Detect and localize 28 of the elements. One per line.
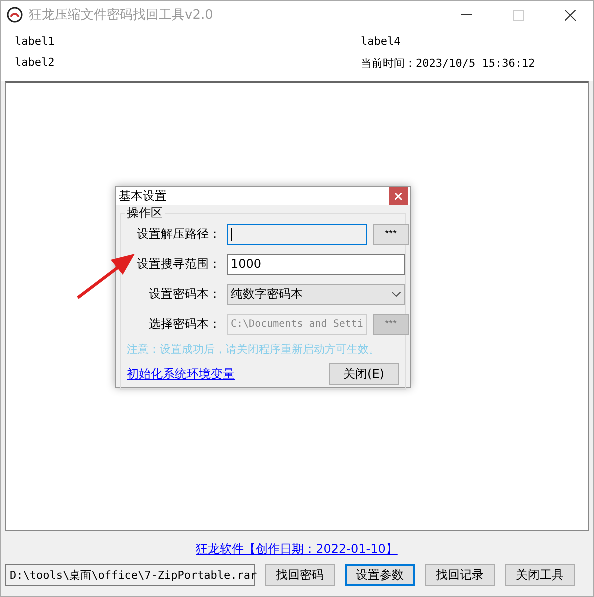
field-label: 设置搜寻范围： bbox=[136, 256, 221, 272]
close-icon[interactable] bbox=[389, 187, 408, 205]
action-button[interactable]: 设置参数 bbox=[345, 564, 415, 586]
status-label: label1 bbox=[15, 35, 56, 48]
range-field[interactable]: 1000 bbox=[227, 254, 405, 274]
action-button[interactable]: 关闭工具 bbox=[505, 564, 575, 586]
dictionary-dropdown[interactable]: 纯数字密码本 bbox=[227, 284, 405, 304]
file-path-field[interactable]: D:\tools\桌面\office\7-ZipPortable.rar bbox=[5, 564, 255, 586]
close-button[interactable]: 关闭(E) bbox=[329, 363, 399, 385]
group-title: 操作区 bbox=[125, 205, 165, 222]
reset-env-link[interactable]: 初始化系统环境变量 bbox=[127, 366, 235, 382]
annotation-arrow-drawing bbox=[75, 251, 137, 301]
chevron-down-icon bbox=[392, 292, 401, 296]
browse-button[interactable]: *** bbox=[373, 224, 409, 244]
credits-link[interactable]: 狂龙软件【创作日期：2022-01-10】 bbox=[196, 541, 398, 558]
field-label: 设置解压路径： bbox=[136, 226, 221, 242]
status-label: label2 bbox=[15, 56, 56, 71]
status-label: label4 bbox=[361, 35, 402, 48]
path-field[interactable] bbox=[227, 224, 367, 244]
field-label: 设置密码本： bbox=[148, 286, 221, 302]
field-label: 选择密码本： bbox=[148, 316, 221, 332]
action-button[interactable]: 找回记录 bbox=[425, 564, 495, 586]
action-button[interactable]: 找回密码 bbox=[265, 564, 335, 586]
app-logo-icon bbox=[7, 7, 23, 23]
window-title: 狂龙压缩文件密码找回工具v2.0 bbox=[29, 7, 214, 24]
dialog-title: 基本设置 bbox=[119, 188, 167, 204]
status-label: 当前时间：2023/10/5 15:36:12 bbox=[361, 56, 536, 71]
notice-text: 注意：设置成功后，请关闭程序重新启动方可生效。 bbox=[127, 342, 381, 357]
